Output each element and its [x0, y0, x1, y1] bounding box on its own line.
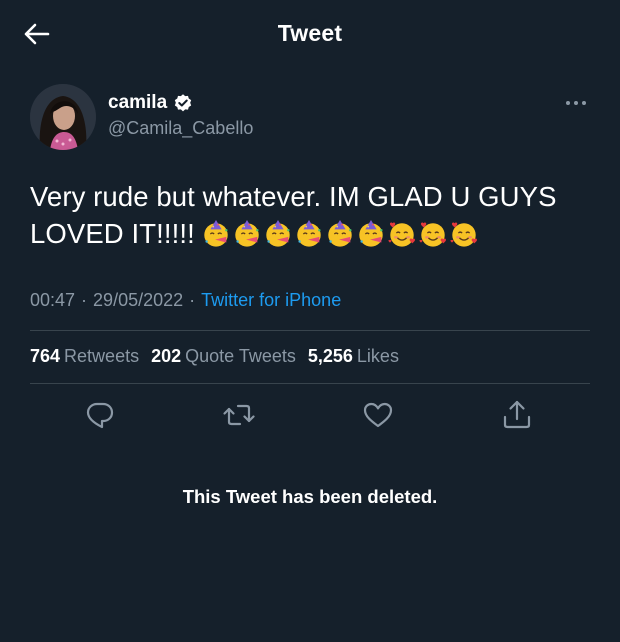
partying-face-emoji: [297, 219, 321, 247]
meta-separator: ·: [81, 290, 88, 310]
likes-stat[interactable]: 5,256 Likes: [308, 346, 399, 367]
retweet-button[interactable]: [222, 398, 256, 432]
user-handle[interactable]: @Camila_Cabello: [108, 118, 253, 139]
partying-face-emoji: [204, 219, 228, 247]
avatar[interactable]: [30, 84, 96, 150]
tweet-meta: 00:47 · 29/05/2022 · Twitter for iPhone: [30, 290, 341, 311]
likes-label: Likes: [356, 346, 399, 366]
profile-photo: [30, 84, 96, 150]
smiling-face-with-hearts-emoji: [388, 222, 415, 247]
like-icon: [363, 402, 393, 428]
meta-separator: ·: [189, 290, 196, 310]
tweet-date: 29/05/2022: [93, 290, 184, 310]
partying-face-emoji: [266, 219, 290, 247]
tweet-source-link[interactable]: Twitter for iPhone: [201, 290, 341, 310]
tweet-detail-page: Tweet camila @Camila_Cabello Very rude b…: [0, 0, 620, 642]
retweets-count: 764: [30, 346, 61, 366]
verified-badge-icon: [174, 94, 192, 112]
quote-tweets-stat[interactable]: 202 Quote Tweets: [151, 346, 296, 367]
like-button[interactable]: [361, 398, 395, 432]
share-icon: [503, 400, 531, 429]
partying-face-emoji: [328, 219, 352, 247]
smiling-face-with-hearts-emoji: [450, 222, 477, 247]
retweets-stat[interactable]: 764 Retweets: [30, 346, 139, 367]
share-button[interactable]: [500, 398, 534, 432]
reply-button[interactable]: [83, 398, 117, 432]
quote-tweets-label: Quote Tweets: [185, 346, 296, 366]
top-bar: Tweet: [0, 0, 620, 66]
page-title: Tweet: [277, 20, 343, 46]
divider: [30, 383, 590, 384]
emoji-row: [201, 219, 479, 249]
tweet-body: Very rude but whatever. IM GLAD U GUYS L…: [30, 178, 590, 252]
more-dots-icon: [566, 101, 586, 105]
engagement-stats: 764 Retweets 202 Quote Tweets 5,256 Likes: [30, 346, 411, 367]
reply-icon: [86, 402, 114, 429]
divider: [30, 330, 590, 331]
more-options-button[interactable]: [563, 93, 589, 113]
likes-count: 5,256: [307, 346, 353, 366]
partying-face-emoji: [235, 219, 259, 247]
quote-tweets-count: 202: [151, 346, 182, 366]
retweets-label: Retweets: [64, 346, 140, 366]
tweet-time: 00:47: [30, 290, 76, 310]
deleted-notice: This Tweet has been deleted.: [182, 486, 438, 507]
author-name-row[interactable]: camila: [108, 92, 193, 114]
retweet-icon: [223, 404, 255, 426]
partying-face-emoji: [359, 219, 383, 247]
smiling-face-with-hearts-emoji: [419, 222, 446, 247]
display-name: camila: [108, 92, 168, 113]
